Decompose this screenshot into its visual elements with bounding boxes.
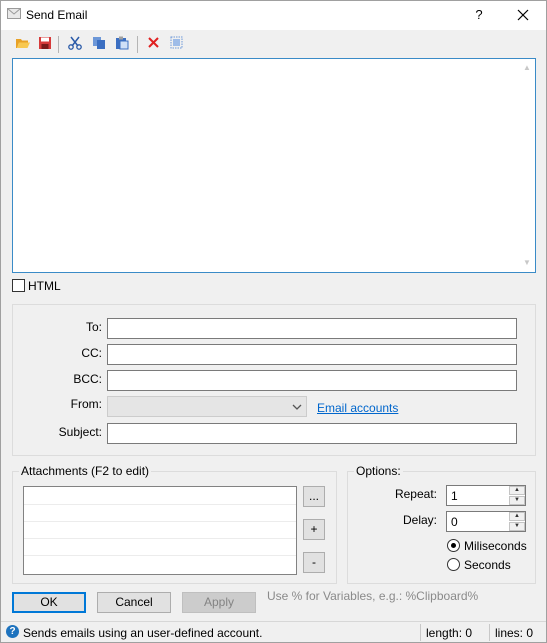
status-text: Sends emails using an user-defined accou… [23, 626, 263, 640]
select-all-icon [170, 36, 183, 49]
envelope-icon [7, 8, 21, 19]
bcc-field[interactable] [107, 370, 517, 391]
spinner-down-icon[interactable]: ▼ [509, 522, 525, 531]
subject-label: Subject: [58, 425, 102, 439]
open-folder-icon [16, 39, 30, 48]
delay-value: 0 [451, 515, 458, 529]
cut-icon [68, 36, 82, 50]
remove-attachment-button[interactable]: - [303, 552, 325, 573]
toolbar-separator [137, 36, 138, 53]
close-icon [517, 9, 529, 21]
copy-icon [93, 37, 105, 49]
window-title: Send Email [26, 8, 88, 22]
subject-field[interactable] [107, 423, 517, 444]
open-button[interactable] [14, 34, 32, 54]
html-checkbox[interactable] [12, 279, 25, 292]
attachments-title: Attachments (F2 to edit) [19, 464, 152, 478]
toolbar-separator [58, 36, 59, 53]
attachments-list[interactable] [23, 486, 297, 575]
status-bar: ? Sends emails using an user-defined acc… [1, 621, 546, 642]
apply-button[interactable]: Apply [182, 592, 256, 613]
delay-spinner[interactable]: 0 ▲ ▼ [446, 511, 526, 532]
miliseconds-label: Miliseconds [464, 539, 527, 553]
options-group: Options: Repeat: 1 ▲ ▼ Delay: 0 ▲ ▼ Mili… [347, 464, 536, 584]
html-checkbox-label: HTML [28, 279, 61, 293]
delete-icon [148, 37, 159, 48]
to-field[interactable] [107, 318, 517, 339]
status-separator [420, 624, 421, 641]
to-label: To: [85, 320, 102, 334]
repeat-label: Repeat: [394, 487, 437, 501]
list-row-divider [24, 504, 296, 505]
paste-icon [116, 36, 129, 50]
spinner-up-icon[interactable]: ▲ [509, 512, 525, 521]
repeat-spinner[interactable]: 1 ▲ ▼ [446, 485, 526, 506]
scroll-up-icon[interactable]: ▲ [519, 61, 535, 75]
vertical-scrollbar[interactable]: ▲ ▼ [519, 59, 535, 272]
cc-label: CC: [81, 346, 102, 360]
bcc-label: BCC: [73, 372, 102, 386]
from-label: From: [70, 397, 102, 411]
add-attachment-button[interactable]: + [303, 519, 325, 540]
delete-button[interactable] [145, 34, 163, 54]
spinner-up-icon[interactable]: ▲ [509, 486, 525, 495]
seconds-label: Seconds [464, 558, 511, 572]
browse-attachment-button[interactable]: ... [303, 486, 325, 507]
delay-label: Delay: [402, 513, 437, 527]
copy-button[interactable] [90, 34, 108, 54]
repeat-value: 1 [451, 489, 458, 503]
chevron-down-icon [292, 401, 302, 415]
list-row-divider [24, 538, 296, 539]
address-group: To: CC: BCC: From: Email accounts Subjec… [12, 304, 536, 456]
miliseconds-radio[interactable] [447, 539, 460, 552]
ok-button[interactable]: OK [12, 592, 86, 613]
variables-hint: Use % for Variables, e.g.: %Clipboard% [267, 589, 479, 603]
lines-indicator: lines: 0 [495, 626, 534, 640]
paste-button[interactable] [113, 34, 131, 54]
close-button[interactable] [509, 4, 537, 26]
send-email-window: Send Email ? ▲ ▼ HTML To: CC: BCC: From:… [0, 0, 547, 643]
title-bar: Send Email ? [1, 1, 546, 30]
from-dropdown[interactable] [107, 396, 307, 417]
cut-button[interactable] [66, 34, 84, 54]
info-icon: ? [6, 625, 19, 638]
email-accounts-link[interactable]: Email accounts [317, 401, 398, 415]
email-body-editor[interactable]: ▲ ▼ [12, 58, 536, 273]
save-icon [39, 37, 51, 49]
cc-field[interactable] [107, 344, 517, 365]
list-row-divider [24, 521, 296, 522]
save-button[interactable] [36, 34, 54, 54]
status-separator [489, 624, 490, 641]
length-indicator: length: 0 [426, 626, 473, 640]
scroll-down-icon[interactable]: ▼ [519, 256, 535, 270]
attachments-group: Attachments (F2 to edit) ... + - [12, 464, 337, 584]
select-all-button[interactable] [168, 34, 186, 54]
seconds-radio[interactable] [447, 558, 460, 571]
options-title: Options: [354, 464, 403, 478]
list-row-divider [24, 555, 296, 556]
spinner-down-icon[interactable]: ▼ [509, 496, 525, 505]
cancel-button[interactable]: Cancel [97, 592, 171, 613]
help-button[interactable]: ? [468, 4, 490, 26]
